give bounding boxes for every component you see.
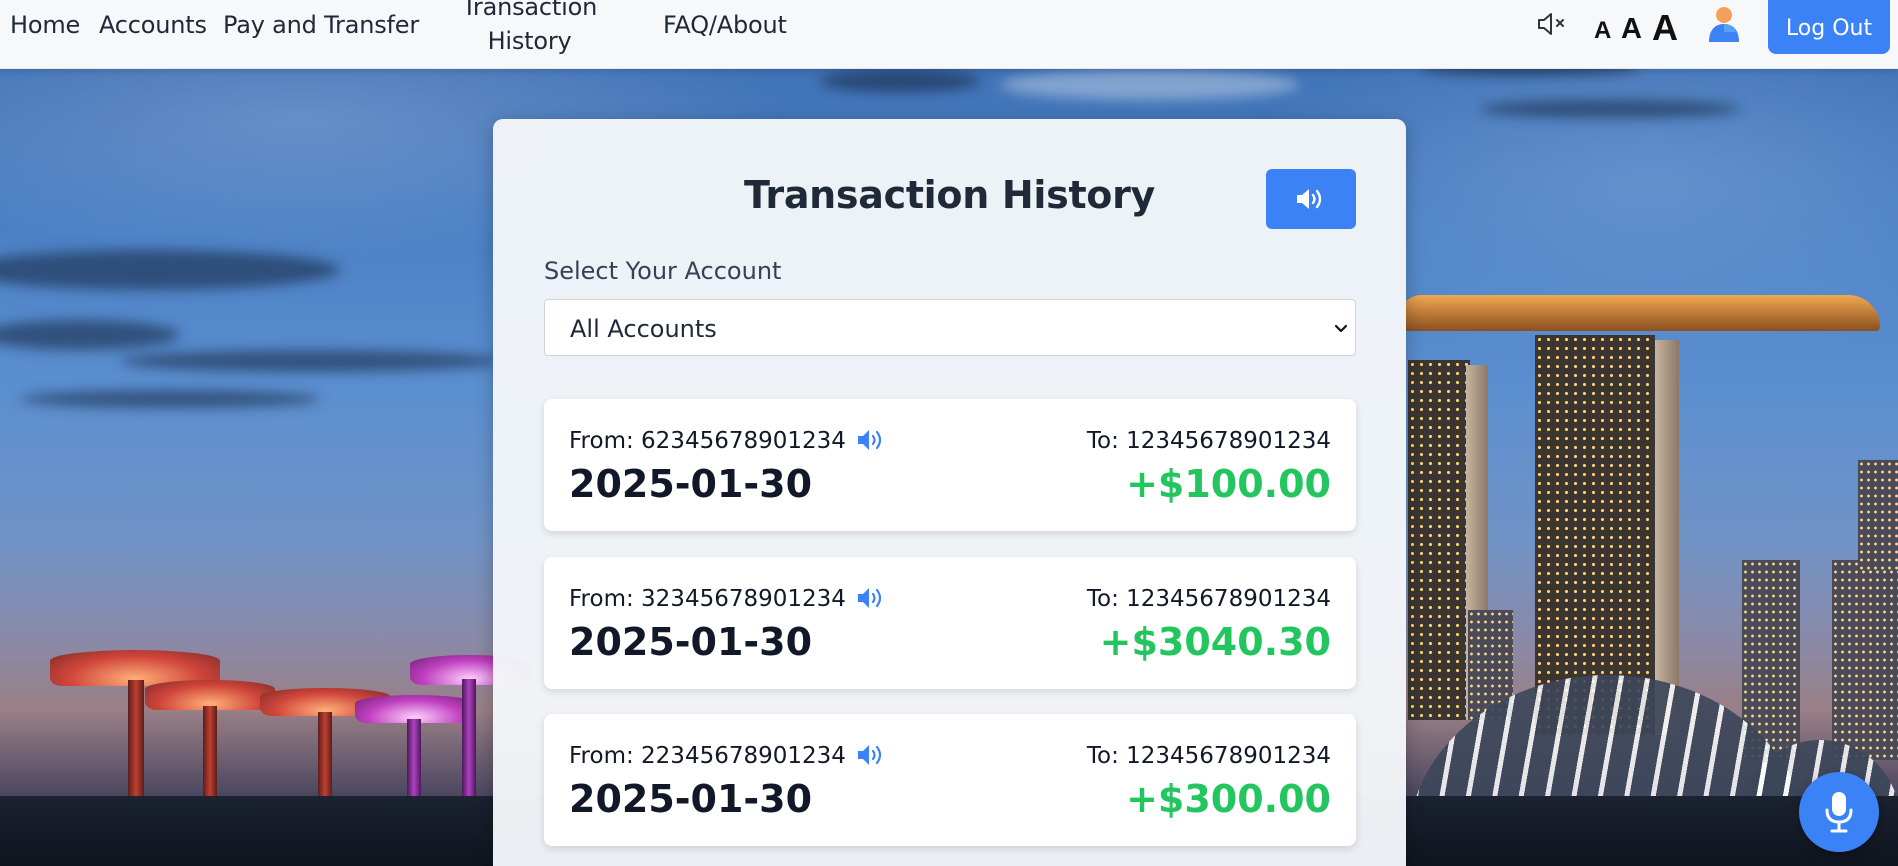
- transaction-amount: +$100.00: [1126, 462, 1331, 506]
- transaction-date: 2025-01-30: [569, 777, 813, 821]
- transaction-amount: +$3040.30: [1099, 620, 1331, 664]
- transaction-to: To: 12345678901234: [1086, 743, 1331, 769]
- speaker-muted-icon[interactable]: [1536, 10, 1568, 38]
- nav-transaction-history-link[interactable]: Transaction History: [462, 0, 597, 58]
- speaker-icon: [1297, 189, 1322, 209]
- nav-pay-transfer-link[interactable]: Pay and Transfer: [223, 11, 419, 39]
- top-navbar: Home Accounts Pay and Transfer Transacti…: [0, 0, 1898, 69]
- logout-button[interactable]: Log Out: [1768, 0, 1890, 54]
- transaction-from: From: 62345678901234: [569, 428, 846, 454]
- transaction-amount: +$300.00: [1126, 777, 1331, 821]
- transaction-date: 2025-01-30: [569, 462, 813, 506]
- transaction-date: 2025-01-30: [569, 620, 813, 664]
- transaction-item: From: 32345678901234 To: 12345678901234 …: [544, 557, 1356, 689]
- speaker-icon[interactable]: [856, 427, 886, 453]
- nav-home-link[interactable]: Home: [10, 11, 80, 39]
- nav-accounts-link[interactable]: Accounts: [99, 11, 207, 39]
- read-aloud-button[interactable]: [1266, 169, 1356, 229]
- transaction-from: From: 22345678901234: [569, 743, 846, 769]
- microphone-icon: [1825, 792, 1853, 833]
- font-size-small-button[interactable]: A: [1594, 17, 1611, 45]
- user-avatar-icon[interactable]: [1706, 4, 1742, 44]
- voice-input-button[interactable]: [1799, 772, 1879, 852]
- transaction-item: From: 62345678901234 To: 12345678901234 …: [544, 399, 1356, 531]
- account-select[interactable]: All Accounts: [544, 299, 1356, 356]
- transaction-item: From: 22345678901234 To: 12345678901234 …: [544, 714, 1356, 846]
- font-size-large-button[interactable]: A: [1652, 7, 1678, 49]
- transaction-to: To: 12345678901234: [1086, 586, 1331, 612]
- account-select-label: Select Your Account: [544, 257, 782, 285]
- speaker-icon[interactable]: [856, 742, 886, 768]
- font-size-medium-button[interactable]: A: [1621, 13, 1642, 46]
- transaction-history-card: Transaction History Select Your Account …: [493, 119, 1406, 866]
- speaker-icon[interactable]: [856, 585, 886, 611]
- account-select-value: All Accounts: [570, 315, 717, 343]
- chevron-down-icon: [1334, 324, 1348, 333]
- transaction-from: From: 32345678901234: [569, 586, 846, 612]
- transaction-to: To: 12345678901234: [1086, 428, 1331, 454]
- nav-faq-about-link[interactable]: FAQ/About: [663, 11, 787, 39]
